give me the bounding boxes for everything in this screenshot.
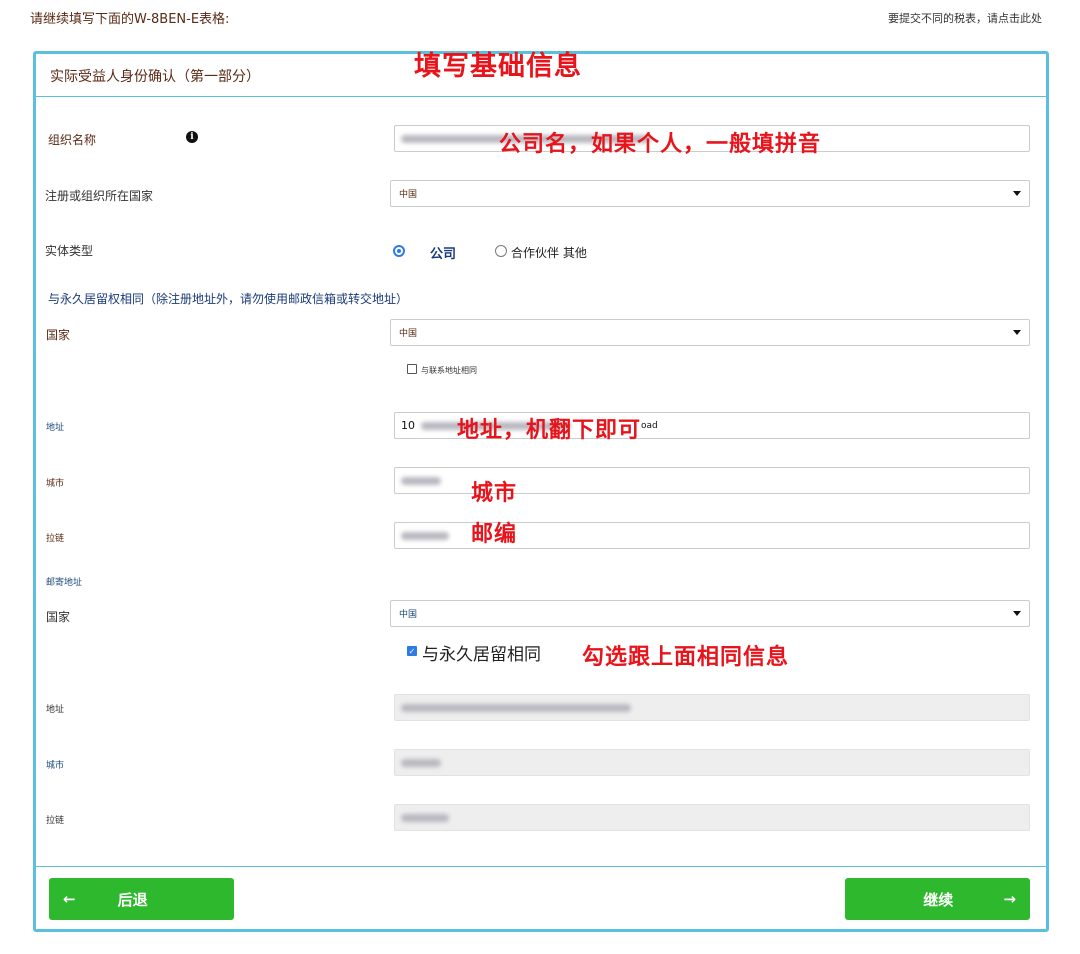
perm-country-select[interactable]: 中国: [390, 319, 1030, 346]
panel-title: 实际受益人身份确认（第一部分）: [50, 69, 260, 85]
form-instruction: 请继续填写下面的W-8BEN-E表格:: [30, 12, 230, 27]
perm-address-suffix: oad: [641, 420, 658, 431]
org-name-label: 组织名称: [48, 133, 97, 147]
panel-footer-divider: [36, 866, 1046, 867]
perm-zip-label: 拉链: [46, 534, 65, 544]
mail-address-input: [394, 694, 1030, 721]
annotation-zip-note: 邮编: [471, 522, 518, 547]
entity-type-label: 实体类型: [45, 244, 94, 258]
redacted-mail-address: [401, 703, 631, 712]
redacted-mail-zip: [401, 813, 449, 822]
entity-partnership-radio[interactable]: [495, 245, 507, 257]
back-button-label: 后退: [117, 890, 148, 909]
permanent-address-heading: 与永久居留权相同（除注册地址外，请勿使用邮政信箱或转交地址）: [48, 292, 409, 306]
info-icon[interactable]: i: [186, 131, 198, 143]
chevron-down-icon: [1013, 191, 1021, 196]
chevron-down-icon: [1013, 330, 1021, 335]
redacted-zip: [401, 531, 449, 540]
same-as-permanent-checkbox[interactable]: ✓: [407, 646, 417, 656]
chevron-down-icon: [1013, 611, 1021, 616]
arrow-left-icon: ←: [63, 890, 76, 908]
mailing-address-heading: 邮寄地址: [46, 578, 83, 588]
arrow-right-icon: →: [1003, 890, 1016, 908]
same-as-contact-label: 与联系地址相同: [421, 366, 477, 375]
back-button[interactable]: ← 后退: [49, 878, 234, 920]
annotation-same-note: 勾选跟上面相同信息: [582, 645, 790, 670]
perm-city-label: 城市: [46, 479, 65, 489]
panel-header-divider: [36, 96, 1046, 97]
entity-company-radio[interactable]: [393, 245, 405, 257]
different-form-link[interactable]: 要提交不同的税表，请点击此处: [888, 10, 1042, 26]
annotation-org-note: 公司名，如果个人，一般填拼音: [499, 132, 822, 157]
country-registration-select[interactable]: 中国: [390, 180, 1030, 207]
mail-zip-label: 拉链: [46, 816, 65, 826]
annotation-address-note: 地址，机翻下即可: [457, 418, 642, 443]
mail-city-input: [394, 749, 1030, 776]
mail-zip-input: [394, 804, 1030, 831]
annotation-city-note: 城市: [471, 481, 518, 506]
annotation-title-note: 填写基础信息: [414, 51, 582, 82]
mail-country-value: 中国: [399, 610, 418, 620]
entity-company-label[interactable]: 公司: [430, 243, 456, 262]
perm-country-label: 国家: [46, 328, 71, 342]
mail-country-select[interactable]: 中国: [390, 600, 1030, 627]
continue-button-label: 继续: [923, 890, 954, 909]
redacted-mail-city: [401, 758, 441, 767]
same-as-permanent-label: 与永久居留相同: [422, 645, 541, 665]
country-registration-value: 中国: [399, 190, 418, 200]
continue-button[interactable]: 继续 →: [845, 878, 1030, 920]
mail-country-label: 国家: [46, 610, 71, 624]
perm-address-prefix: 10: [401, 419, 415, 432]
perm-address-label: 地址: [46, 423, 65, 433]
country-registration-label: 注册或组织所在国家: [45, 189, 154, 203]
mail-address-label: 地址: [46, 705, 65, 715]
perm-country-value: 中国: [399, 329, 418, 339]
entity-partnership-label[interactable]: 合作伙伴 其他: [511, 244, 587, 261]
redacted-city: [401, 476, 441, 485]
mail-city-label: 城市: [46, 761, 65, 771]
same-as-contact-checkbox[interactable]: [407, 364, 417, 374]
